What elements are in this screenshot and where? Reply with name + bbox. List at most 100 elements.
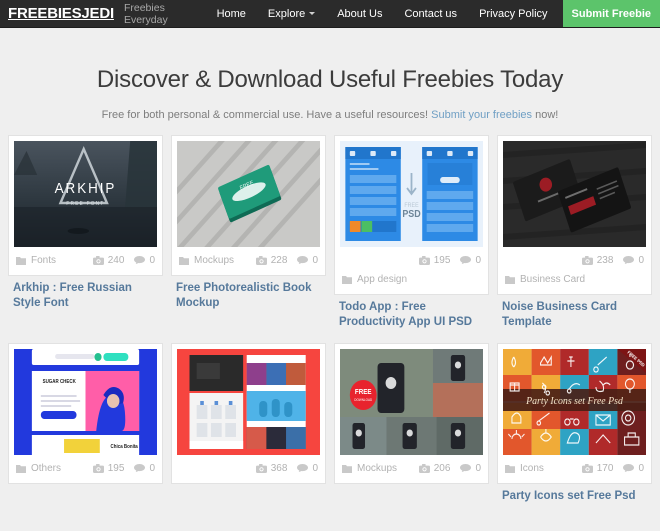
- card-category[interactable]: Mockups: [342, 462, 397, 476]
- card-counts: 170 0: [572, 462, 644, 476]
- card-comment-count-value: 0: [475, 462, 481, 474]
- freebie-card: ARKHIP FREE FONT Fonts 240 0 Arkhip : Fr…: [4, 134, 167, 343]
- svg-text:PSD: PSD: [402, 208, 421, 220]
- card-category[interactable]: Others: [16, 462, 61, 476]
- nav-label-home: Home: [216, 7, 246, 20]
- card-title-link[interactable]: Free Photorealistic Book Mockup: [176, 281, 321, 312]
- card-comment-count: 0: [297, 254, 318, 268]
- page-title: Discover & Download Useful Freebies Toda…: [96, 66, 564, 93]
- nav-link-explore[interactable]: Explore: [257, 0, 326, 27]
- svg-text:FREE: FREE: [355, 389, 372, 396]
- nav-item-home[interactable]: Home: [206, 0, 257, 27]
- folder-icon: [179, 256, 190, 266]
- submit-freebie-button[interactable]: Submit Freebie: [562, 0, 660, 27]
- camera-icon: [581, 464, 593, 474]
- card-category-label: Business Card: [520, 273, 586, 285]
- card-view-count-value: 228: [270, 254, 288, 266]
- nav-item-contact-us[interactable]: Contact us: [393, 0, 468, 27]
- comment-icon: [460, 464, 472, 473]
- nav-label-privacy-policy: Privacy Policy: [479, 7, 548, 20]
- folder-icon: [342, 275, 353, 285]
- main-navigation: Home Explore About Us Contact us Privacy…: [206, 0, 559, 27]
- folder-icon: [505, 464, 516, 474]
- card-title-link[interactable]: Todo App : Free Productivity App UI PSD: [339, 300, 484, 331]
- hero-subtitle-prefix: Free for both personal & commercial use.…: [101, 108, 432, 121]
- svg-text:DOWNLOAD: DOWNLOAD: [354, 398, 373, 402]
- card-view-count-value: 240: [107, 254, 125, 266]
- freebie-card: FREE DOWNLOAD Mockups 206 0: [330, 342, 493, 517]
- card-view-count-value: 238: [596, 254, 614, 266]
- card-thumbnail[interactable]: Party Icons set Free Psd FREE PSD: [503, 348, 646, 455]
- card-comment-count: 0: [134, 462, 155, 476]
- card-thumbnail[interactable]: ARKHIP FREE FONT: [14, 140, 157, 247]
- card-comment-count-value: 0: [312, 254, 318, 266]
- nav-item-privacy-policy[interactable]: Privacy Policy: [468, 0, 558, 27]
- card-category-label: Mockups: [357, 462, 398, 474]
- nav-item-about-us[interactable]: About Us: [326, 0, 393, 27]
- card-view-count: 195: [418, 254, 451, 268]
- folder-icon: [342, 464, 353, 474]
- card-body: FREE PSD App design 195 0: [334, 134, 489, 295]
- card-view-count: 206: [418, 462, 451, 476]
- folder-icon: [16, 464, 27, 474]
- card-comment-count-value: 0: [149, 254, 155, 266]
- card-comment-count: 0: [623, 254, 644, 268]
- card-thumbnail[interactable]: FREE DOWNLOAD: [340, 348, 483, 455]
- card-view-count: 228: [255, 254, 288, 268]
- card-title-link[interactable]: Noise Business Card Template: [502, 300, 647, 331]
- nav-link-privacy-policy[interactable]: Privacy Policy: [468, 0, 558, 27]
- card-title-link[interactable]: Arkhip : Free Russian Style Font: [13, 281, 158, 312]
- site-header: FREEBIESJEDI Freebies Everyday Home Expl…: [0, 0, 660, 28]
- svg-text:ARKHIP: ARKHIP: [55, 180, 117, 197]
- card-thumbnail[interactable]: [503, 140, 646, 247]
- freebies-grid: ARKHIP FREE FONT Fonts 240 0 Arkhip : Fr…: [0, 134, 660, 517]
- card-view-count-value: 195: [433, 254, 451, 266]
- card-category[interactable]: Icons: [505, 462, 544, 476]
- card-thumbnail[interactable]: [177, 348, 320, 455]
- card-meta: Mockups 228 0: [177, 247, 320, 275]
- svg-text:FREE FONT: FREE FONT: [66, 201, 104, 207]
- card-comment-count-value: 0: [638, 462, 644, 474]
- card-view-count-value: 206: [433, 462, 451, 474]
- folder-icon: [16, 256, 27, 266]
- card-comment-count-value: 0: [638, 254, 644, 266]
- comment-icon: [134, 256, 146, 265]
- nav-link-about-us[interactable]: About Us: [326, 0, 393, 27]
- card-meta: Fonts 240 0: [14, 247, 157, 275]
- card-view-count: 170: [581, 462, 613, 476]
- camera-icon: [255, 256, 267, 266]
- card-category[interactable]: Fonts: [16, 254, 56, 268]
- card-body: Business Card 238 0: [497, 134, 652, 295]
- comment-icon: [623, 464, 635, 473]
- comment-icon: [297, 256, 309, 265]
- nav-link-home[interactable]: Home: [206, 0, 257, 27]
- card-title: Free Photorealistic Book Mockup: [171, 276, 326, 312]
- submit-freebies-link[interactable]: Submit your freebies: [431, 109, 532, 121]
- card-counts: 206 0: [409, 462, 481, 476]
- card-thumbnail[interactable]: SUGAR CHECK Chica Bonita: [14, 348, 157, 455]
- site-tagline: Freebies Everyday: [123, 1, 168, 26]
- card-counts: 195 0: [409, 254, 481, 268]
- nav-label-explore: Explore: [267, 7, 306, 20]
- comment-icon: [623, 256, 635, 265]
- site-logo[interactable]: FREEBIESJEDI: [0, 0, 114, 27]
- camera-icon: [418, 256, 430, 266]
- comment-icon: [297, 464, 309, 473]
- freebie-card: FREE Mockups 228 0 Free Photorealistic B…: [167, 134, 330, 343]
- card-view-count-value: 195: [107, 462, 125, 474]
- card-thumbnail[interactable]: FREE PSD: [340, 140, 483, 247]
- card-thumbnail[interactable]: FREE: [177, 140, 320, 247]
- nav-link-contact-us[interactable]: Contact us: [393, 0, 468, 27]
- card-title-link[interactable]: Party Icons set Free Psd: [502, 489, 647, 505]
- card-view-count-value: 368: [270, 462, 288, 474]
- card-category[interactable]: Mockups: [179, 254, 234, 268]
- card-category[interactable]: App design: [342, 273, 407, 287]
- card-title: Noise Business Card Template: [497, 295, 652, 331]
- card-counts: 228 0: [246, 254, 318, 268]
- nav-item-explore[interactable]: Explore: [257, 0, 326, 27]
- card-body: FREE DOWNLOAD Mockups 206 0: [334, 342, 489, 484]
- card-category[interactable]: Business Card: [505, 273, 585, 287]
- svg-text:SUGAR CHECK: SUGAR CHECK: [43, 379, 77, 385]
- card-comment-count: 0: [134, 254, 155, 268]
- card-view-count: 195: [92, 462, 125, 476]
